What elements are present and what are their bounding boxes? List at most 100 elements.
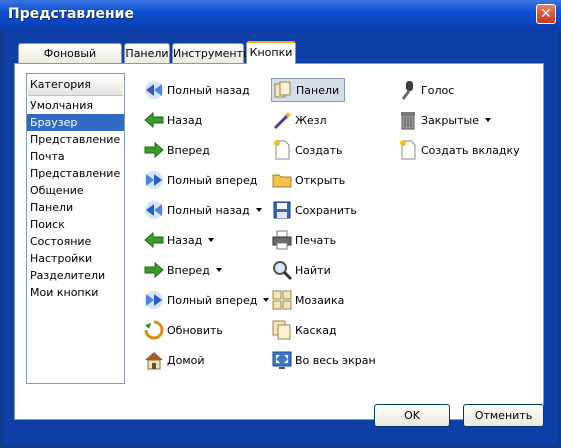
- dropdown-arrow-icon[interactable]: [263, 298, 270, 302]
- cascade-icon: [271, 319, 293, 341]
- dropdown-arrow-icon[interactable]: [208, 238, 215, 242]
- cancel-button[interactable]: Отменить: [463, 404, 544, 427]
- magnifier-icon: [271, 259, 293, 281]
- tab-panel-buttons: Категория Умолчания Браузер Представление …: [14, 63, 544, 420]
- category-list-header[interactable]: Категория: [28, 75, 123, 96]
- toolbar-button-item[interactable]: Создать вкладку: [397, 138, 520, 162]
- category-item[interactable]: Состояние: [27, 233, 124, 250]
- toolbar-button-label: Полный вперед: [167, 293, 258, 307]
- folder-icon: [271, 169, 293, 191]
- category-item[interactable]: Общение: [27, 182, 124, 199]
- toolbar-button-item[interactable]: Закрытые: [397, 108, 491, 132]
- toolbar-button-item[interactable]: Вперед: [143, 258, 222, 282]
- toolbar-button-label: Назад: [167, 113, 203, 127]
- forward-arrow-icon: [143, 259, 165, 281]
- tab-buttons[interactable]: Кнопки: [246, 41, 296, 64]
- wand-icon: [271, 109, 293, 131]
- toolbar-button-label: Вперед: [167, 263, 210, 277]
- tile-icon: [271, 289, 293, 311]
- toolbar-button-label: Каскад: [295, 323, 337, 337]
- category-item[interactable]: Представление ...: [27, 165, 124, 182]
- toolbar-button-label: Полный назад: [167, 203, 250, 217]
- dialog-body: Фоновый рисунок Панели Инструменты Кнопк…: [4, 30, 557, 444]
- category-item[interactable]: Мои кнопки: [27, 284, 124, 301]
- ok-button[interactable]: OK: [374, 404, 450, 427]
- fast-forward-icon: [143, 169, 165, 191]
- rewind-icon: [143, 199, 165, 221]
- home-icon: [143, 349, 165, 371]
- toolbar-button-item[interactable]: Назад: [143, 228, 215, 252]
- back-arrow-icon: [143, 109, 165, 131]
- forward-arrow-icon: [143, 139, 165, 161]
- tab-background[interactable]: Фоновый рисунок: [18, 43, 122, 79]
- toolbar-button-item[interactable]: Полный назад: [143, 198, 262, 222]
- dropdown-arrow-icon[interactable]: [255, 208, 262, 212]
- toolbar-button-item[interactable]: Найти: [271, 258, 331, 282]
- toolbar-button-item[interactable]: Создать: [271, 138, 343, 162]
- toolbar-button-label: Голос: [421, 83, 455, 97]
- dropdown-arrow-icon[interactable]: [215, 268, 222, 272]
- toolbar-button-item[interactable]: Панели: [271, 78, 346, 102]
- tab-panels[interactable]: Панели: [124, 43, 170, 63]
- fullscreen-icon: [271, 349, 293, 371]
- toolbar-button-label: Во весь экран: [295, 353, 376, 367]
- toolbar-button-label: Сохранить: [295, 203, 357, 217]
- category-list[interactable]: Категория Умолчания Браузер Представление …: [26, 73, 125, 384]
- printer-icon: [271, 229, 293, 251]
- save-icon: [271, 199, 293, 221]
- category-item[interactable]: Панели: [27, 199, 124, 216]
- toolbar-button-label: Печать: [295, 233, 337, 247]
- dialog-window: Представление ✕ Фоновый рисунок Панели И…: [0, 0, 561, 448]
- rewind-icon: [143, 79, 165, 101]
- toolbar-button-label: Вперед: [167, 143, 210, 157]
- title-bar[interactable]: Представление ✕: [0, 0, 561, 30]
- toolbar-button-item[interactable]: Сохранить: [271, 198, 357, 222]
- close-button[interactable]: ✕: [536, 4, 556, 24]
- refresh-icon: [143, 319, 165, 341]
- category-item[interactable]: Настройки: [27, 250, 124, 267]
- toolbar-button-label: Закрытые: [421, 113, 479, 127]
- toolbar-button-label: Полный вперед: [167, 173, 258, 187]
- category-item[interactable]: Представление ...: [27, 131, 124, 148]
- toolbar-button-label: Панели: [296, 83, 340, 97]
- back-arrow-icon: [143, 229, 165, 251]
- toolbar-button-item[interactable]: Жезл: [271, 108, 327, 132]
- category-item[interactable]: Умолчания: [27, 97, 124, 114]
- category-item[interactable]: Браузер: [27, 114, 124, 131]
- toolbar-button-item[interactable]: Полный вперед: [143, 168, 257, 192]
- toolbar-button-label: Назад: [167, 233, 203, 247]
- toolbar-button-label: Открыть: [295, 173, 346, 187]
- toolbar-button-label: Обновить: [167, 323, 223, 337]
- toolbar-button-label: Мозаика: [295, 293, 345, 307]
- category-item[interactable]: Почта: [27, 148, 124, 165]
- toolbar-button-label: Жезл: [295, 113, 327, 127]
- toolbar-button-item[interactable]: Каскад: [271, 318, 337, 342]
- toolbar-button-item[interactable]: Печать: [271, 228, 336, 252]
- toolbar-button-label: Полный назад: [167, 83, 250, 97]
- toolbar-button-label: Создать вкладку: [421, 143, 520, 157]
- microphone-icon: [397, 79, 419, 101]
- toolbar-button-label: Найти: [295, 263, 331, 277]
- toolbar-button-item[interactable]: Назад: [143, 108, 202, 132]
- dropdown-arrow-icon[interactable]: [484, 118, 491, 122]
- toolbar-button-item[interactable]: Домой: [143, 348, 205, 372]
- toolbar-button-item[interactable]: Голос: [397, 78, 454, 102]
- close-icon: ✕: [540, 6, 552, 22]
- toolbar-button-item[interactable]: Полный вперед: [143, 288, 270, 312]
- trash-icon: [397, 109, 419, 131]
- window-title: Представление: [8, 6, 134, 22]
- tab-tools[interactable]: Инструменты: [172, 43, 252, 63]
- toolbar-button-item[interactable]: Полный назад: [143, 78, 250, 102]
- toolbar-button-item[interactable]: Во весь экран: [271, 348, 376, 372]
- category-item[interactable]: Разделители: [27, 267, 124, 284]
- toolbar-button-item[interactable]: Вперед: [143, 138, 210, 162]
- toolbar-button-item[interactable]: Мозаика: [271, 288, 344, 312]
- fast-forward-icon: [143, 289, 165, 311]
- toolbar-button-item[interactable]: Обновить: [143, 318, 223, 342]
- toolbar-button-item[interactable]: Открыть: [271, 168, 345, 192]
- new-tab-icon: [397, 139, 419, 161]
- panels-icon: [272, 79, 294, 101]
- new-document-icon: [271, 139, 293, 161]
- category-item[interactable]: Поиск: [27, 216, 124, 233]
- toolbar-button-label: Домой: [167, 353, 205, 367]
